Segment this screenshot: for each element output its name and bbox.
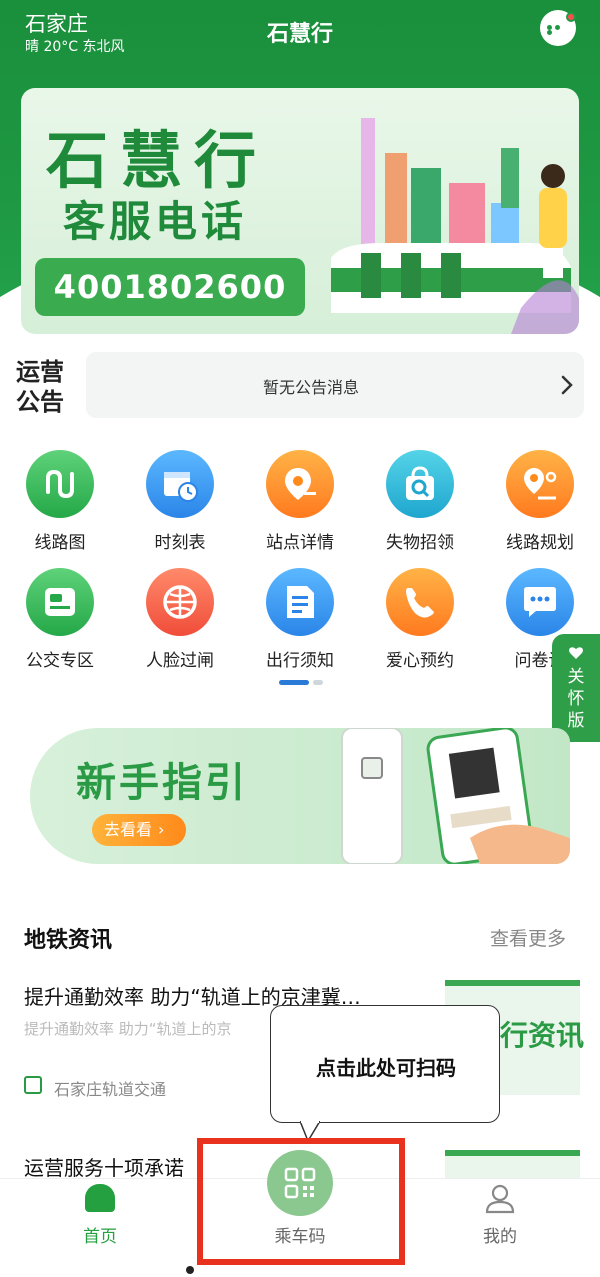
- banner-phone: 4001802600: [35, 258, 305, 316]
- notice-label: 运营公告: [16, 358, 64, 416]
- news-section-title: 地铁资讯: [24, 928, 113, 953]
- home-indicator: [186, 1266, 194, 1274]
- chevron-right-icon: [561, 375, 573, 395]
- travel-notice-icon: [266, 568, 334, 636]
- chat-icon: [547, 25, 569, 35]
- service-hotline-banner[interactable]: 石慧行 客服电话 4001802600: [21, 88, 579, 334]
- user-icon[interactable]: [484, 1184, 516, 1214]
- grid-label: 失物招领: [386, 533, 454, 553]
- message-button[interactable]: [540, 10, 576, 46]
- guide-view-button[interactable]: 去看看 ›: [92, 814, 186, 846]
- page-indicator-inactive: [313, 680, 323, 685]
- guide-title: 新手指引: [76, 760, 248, 806]
- care-mode-label: 关怀版: [567, 667, 585, 731]
- banner-title: 石慧行: [46, 124, 269, 197]
- grid-label: 站点详情: [266, 533, 334, 553]
- news-item-source: 石家庄轨道交通: [54, 1080, 167, 1099]
- news-thumbnail[interactable]: [445, 1150, 580, 1180]
- scan-hint-tooltip: 点击此处可扫码: [270, 1005, 500, 1123]
- page-title: 石慧行: [266, 22, 333, 47]
- city-train-illustration-icon: [331, 118, 579, 334]
- grid-label: 爱心预约: [386, 651, 454, 671]
- news-item-title[interactable]: 运营服务十项承诺: [24, 1152, 224, 1181]
- care-booking-icon: [386, 568, 454, 636]
- bus-zone-icon: [26, 568, 94, 636]
- tab-me[interactable]: 我的: [476, 1222, 524, 1247]
- heart-icon: [569, 647, 583, 659]
- metro-logo-icon: [24, 1076, 42, 1094]
- grid-item-travel-notice[interactable]: 出行须知: [250, 568, 350, 678]
- page-indicator: [279, 680, 323, 685]
- grid-label: 时刻表: [154, 533, 206, 553]
- route-plan-icon: [506, 450, 574, 518]
- station-detail-icon: [266, 450, 334, 518]
- notification-badge: [566, 12, 576, 22]
- timetable-icon: [146, 450, 214, 518]
- grid-item-timetable[interactable]: 时刻表: [130, 450, 230, 560]
- lost-found-icon: [386, 450, 454, 518]
- news-thumbnail-text: 行资讯: [500, 1019, 585, 1052]
- grid-item-route-map[interactable]: 线路图: [10, 450, 110, 560]
- grid-label: 出行须知: [266, 651, 334, 671]
- home-icon[interactable]: [85, 1184, 115, 1212]
- news-item-summary: 提升通勤效率 助力“轨道上的京: [24, 1020, 232, 1038]
- beginner-guide-banner[interactable]: 新手指引 去看看 ›: [30, 728, 570, 864]
- page-indicator-active: [279, 680, 309, 685]
- guide-button-label: 去看看: [104, 820, 153, 839]
- grid-item-route-plan[interactable]: 线路规划: [490, 450, 590, 560]
- grid-label: 线路图: [34, 533, 86, 553]
- tooltip-text: 点击此处可扫码: [316, 1056, 456, 1080]
- app-screen: 石家庄 晴 20°C 东北风 石慧行 石慧行 客服电话 4001802600 运…: [0, 0, 600, 1277]
- grid-item-station-detail[interactable]: 站点详情: [250, 450, 350, 560]
- banner-subtitle: 客服电话: [63, 197, 248, 246]
- notice-text: 暂无公告消息: [262, 378, 359, 397]
- care-mode-tab[interactable]: 关怀版: [552, 634, 600, 742]
- tab-home[interactable]: 首页: [76, 1222, 124, 1247]
- news-view-more[interactable]: 查看更多: [490, 924, 566, 951]
- grid-label: 线路规划: [506, 533, 574, 553]
- grid-item-bus-zone[interactable]: 公交专区: [10, 568, 110, 678]
- face-gate-icon: [146, 568, 214, 636]
- grid-item-face-gate[interactable]: 人脸过闸: [130, 568, 230, 678]
- gate-phone-illustration-icon: [341, 728, 570, 864]
- notice-bar[interactable]: 暂无公告消息: [86, 352, 584, 418]
- grid-item-lost-found[interactable]: 失物招领: [370, 450, 470, 560]
- grid-label: 公交专区: [26, 651, 94, 671]
- route-map-icon: [26, 450, 94, 518]
- grid-item-care-booking[interactable]: 爱心预约: [370, 568, 470, 678]
- chevron-right-icon: ›: [158, 820, 165, 839]
- survey-icon: [506, 568, 574, 636]
- grid-label: 人脸过闸: [146, 651, 214, 671]
- highlight-frame: [197, 1138, 405, 1265]
